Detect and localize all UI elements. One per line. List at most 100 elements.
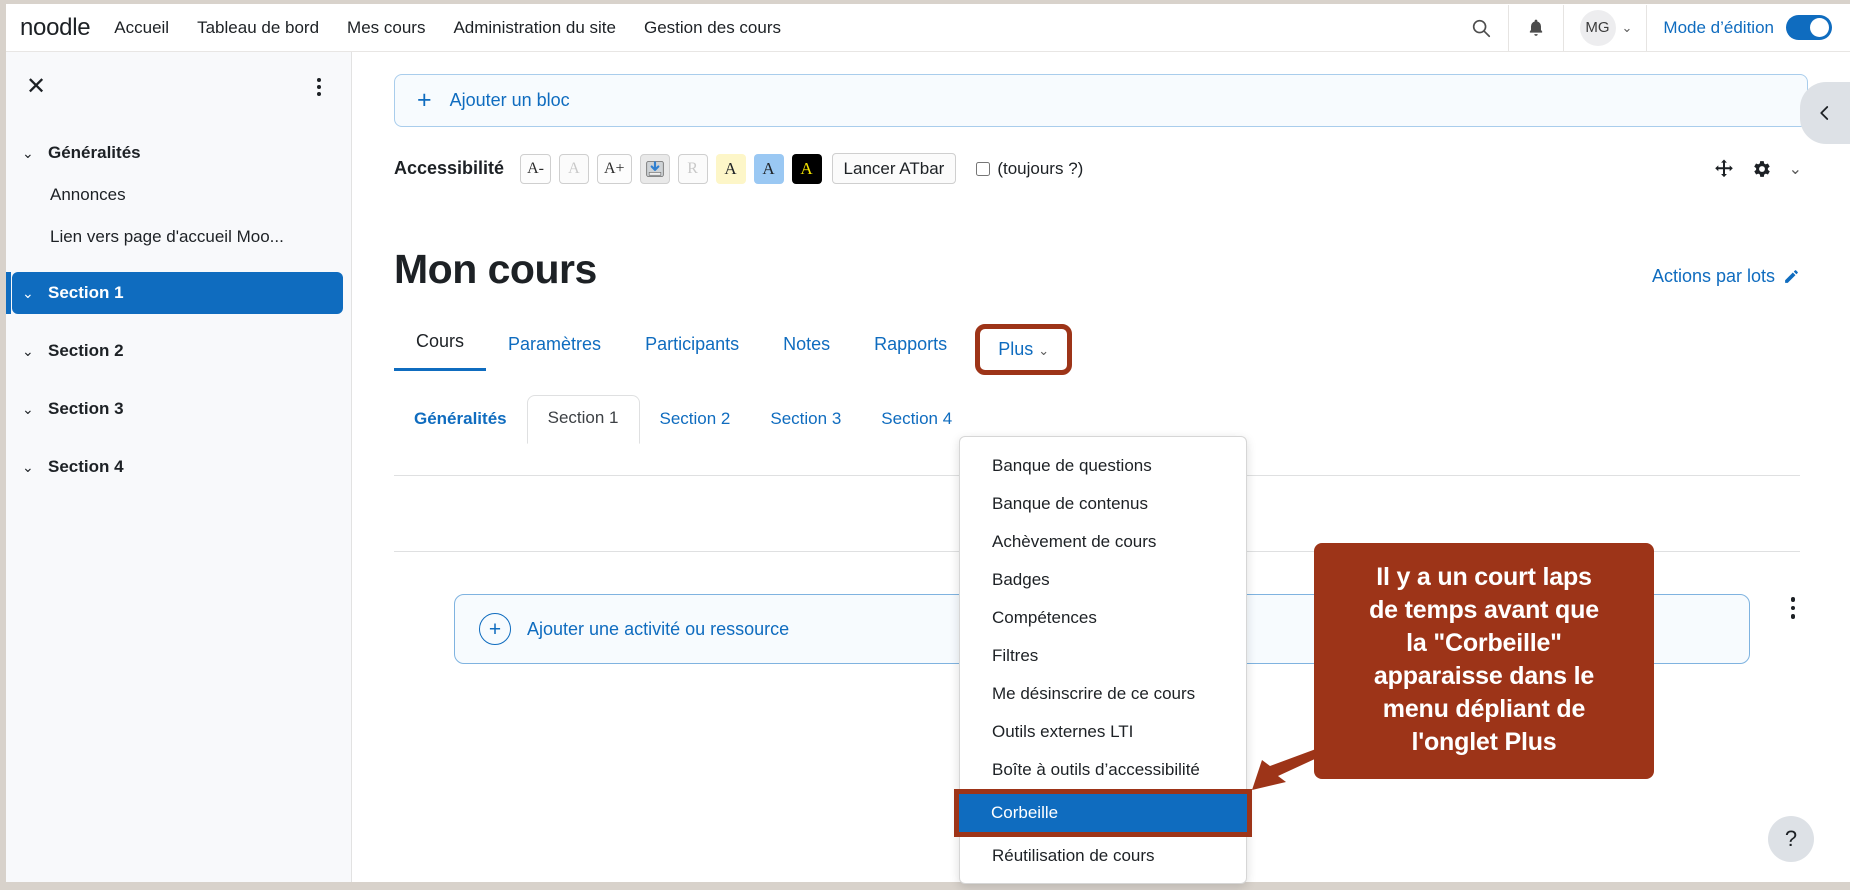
always-label: (toujours ?) (997, 158, 1084, 178)
sidebar-item-generalites[interactable]: ⌄ Généralités (6, 132, 351, 174)
menu-item-badges[interactable]: Badges (960, 561, 1246, 599)
close-icon[interactable]: ✕ (26, 75, 46, 99)
tab-rapports[interactable]: Rapports (852, 322, 969, 371)
course-index-drawer: ✕ ⌄ Généralités Annonces Lien vers page … (6, 52, 352, 882)
drawer-options-kebab-icon[interactable] (313, 74, 325, 100)
top-navbar: noodle Accueil Tableau de bord Mes cours… (6, 4, 1850, 52)
add-block-button[interactable]: + Ajouter un bloc (394, 74, 1808, 127)
chevron-down-icon: ⌄ (22, 458, 34, 475)
contrast-blue-button[interactable]: A (753, 153, 784, 184)
menu-item-banque-de-contenus[interactable]: Banque de contenus (960, 485, 1246, 523)
edit-mode-toggle[interactable]: Mode d’édition (1647, 15, 1850, 40)
tab-participants[interactable]: Participants (623, 322, 761, 371)
tab-plus-label: Plus (998, 339, 1034, 359)
tab-parametres[interactable]: Paramètres (486, 322, 623, 371)
sidebar-item-lien-accueil[interactable]: Lien vers page d'accueil Moo... (6, 216, 351, 258)
active-indicator-bar (6, 272, 11, 314)
chevron-down-icon: ⌄ (1621, 19, 1633, 35)
menu-item-filtres[interactable]: Filtres (960, 637, 1246, 675)
chevron-left-icon (1820, 106, 1829, 120)
menu-item-achevement-de-cours[interactable]: Achèvement de cours (960, 523, 1246, 561)
add-activity-label: Ajouter une activité ou ressource (527, 618, 790, 639)
edit-mode-switch[interactable] (1786, 15, 1832, 40)
callout-line-6: l'onglet Plus (1411, 728, 1557, 756)
drawer-header: ✕ (6, 52, 351, 110)
launch-atbar-button[interactable]: Lancer ATbar (831, 153, 957, 184)
sidebar-item-label: Section 4 (48, 457, 124, 476)
menu-item-banque-de-questions[interactable]: Banque de questions (960, 447, 1246, 485)
sidebar-active-wrap: ⌄ Section 1 (6, 272, 351, 314)
menu-item-reutilisation-de-cours[interactable]: Réutilisation de cours (960, 837, 1246, 875)
contrast-black-button[interactable]: A (791, 153, 822, 184)
callout-line-4: apparaisse dans le (1373, 662, 1595, 690)
page-title-row: Mon cours Actions par lots (394, 246, 1800, 293)
annotation-callout: Il y a un court laps de temps avant que … (1314, 543, 1654, 779)
font-decrease-button[interactable]: A- (520, 153, 551, 184)
nav-link-mes-cours[interactable]: Mes cours (333, 5, 439, 51)
gear-icon[interactable] (1751, 158, 1773, 180)
tab-plus[interactable]: Plus ⌄ (975, 324, 1073, 375)
font-reset-button[interactable]: A (558, 153, 589, 184)
section-tab-section-4[interactable]: Section 4 (861, 397, 972, 443)
readable-font-button[interactable]: R (677, 153, 708, 184)
user-menu[interactable]: MG ⌄ (1564, 9, 1647, 46)
tab-cours[interactable]: Cours (394, 319, 487, 371)
chevron-down-icon: ⌄ (22, 400, 34, 417)
tab-notes[interactable]: Notes (761, 322, 852, 371)
section-tab-section-3[interactable]: Section 3 (750, 397, 861, 443)
bulk-actions-button[interactable]: Actions par lots (1652, 266, 1800, 293)
sidebar-item-label: Généralités (48, 143, 141, 162)
add-block-label: Ajouter un bloc (449, 90, 570, 110)
bulk-actions-label: Actions par lots (1651, 266, 1775, 286)
navbar-right-group: MG ⌄ Mode d’édition (1454, 4, 1850, 51)
menu-item-boite-a-outils-accessibilite[interactable]: Boîte à outils d’accessibilité (960, 751, 1246, 789)
sidebar-item-label: Section 2 (48, 341, 124, 360)
chevron-down-icon: ⌄ (22, 342, 34, 359)
chevron-down-icon[interactable]: ⌄ (1789, 159, 1802, 179)
section-tab-generalites[interactable]: Généralités (394, 397, 527, 443)
sidebar-item-section-3[interactable]: ⌄ Section 3 (6, 388, 351, 430)
drawer-item-list: ⌄ Généralités Annonces Lien vers page d'… (6, 132, 351, 488)
sidebar-item-label: Lien vers page d'accueil Moo... (50, 227, 284, 246)
sidebar-item-label: Section 1 (48, 283, 124, 302)
font-increase-button[interactable]: A+ (596, 153, 632, 184)
nav-link-accueil[interactable]: Accueil (100, 5, 183, 51)
page-title: Mon cours (394, 246, 597, 292)
always-checkbox-wrap[interactable]: (toujours ?) (976, 159, 1083, 179)
menu-item-corbeille[interactable]: Corbeille (959, 794, 1247, 832)
sidebar-item-label: Annonces (50, 185, 126, 204)
accessibility-title: Accessibilité (394, 158, 505, 178)
plus-circle-icon: + (479, 613, 511, 645)
section-tab-section-2[interactable]: Section 2 (640, 397, 751, 443)
sidebar-item-section-2[interactable]: ⌄ Section 2 (6, 330, 351, 372)
sidebar-item-section-4[interactable]: ⌄ Section 4 (6, 446, 351, 488)
brand-logo[interactable]: noodle (6, 14, 100, 42)
menu-item-competences[interactable]: Compétences (960, 599, 1246, 637)
primary-tabs: Cours Paramètres Participants Notes Rapp… (394, 319, 1800, 375)
callout-line-3: la "Corbeille" (1406, 629, 1562, 657)
sidebar-item-annonces[interactable]: Annonces (6, 174, 351, 216)
right-drawer-toggle[interactable] (1800, 82, 1850, 144)
help-button[interactable]: ? (1768, 816, 1814, 862)
pencil-icon (1785, 270, 1798, 283)
chevron-down-icon: ⌄ (1038, 343, 1050, 358)
section-actions-kebab-icon[interactable] (1790, 597, 1795, 619)
callout-line-1: Il y a un court laps (1376, 563, 1592, 591)
section-tab-section-1[interactable]: Section 1 (526, 395, 640, 444)
chevron-down-icon: ⌄ (22, 284, 34, 301)
image-toggle-icon[interactable] (639, 153, 670, 184)
plus-dropdown-menu: Banque de questions Banque de contenus A… (954, 436, 1252, 884)
nav-link-tableau-de-bord[interactable]: Tableau de bord (183, 5, 333, 51)
always-checkbox[interactable] (976, 161, 991, 176)
nav-link-gestion-des-cours[interactable]: Gestion des cours (630, 5, 795, 51)
contrast-yellow-button[interactable]: A (715, 153, 746, 184)
plus-icon: + (417, 86, 432, 114)
move-icon[interactable] (1713, 158, 1735, 180)
menu-item-me-desinscrire[interactable]: Me désinscrire de ce cours (960, 675, 1246, 713)
search-icon[interactable] (1454, 5, 1508, 51)
accessibility-toolbar: Accessibilité A- A A+ R A A A Lancer ATb… (394, 153, 1850, 184)
sidebar-item-section-1[interactable]: ⌄ Section 1 (12, 272, 343, 314)
nav-link-administration-du-site[interactable]: Administration du site (439, 5, 630, 51)
menu-item-outils-externes-lti[interactable]: Outils externes LTI (960, 713, 1246, 751)
bell-icon[interactable] (1509, 5, 1563, 51)
